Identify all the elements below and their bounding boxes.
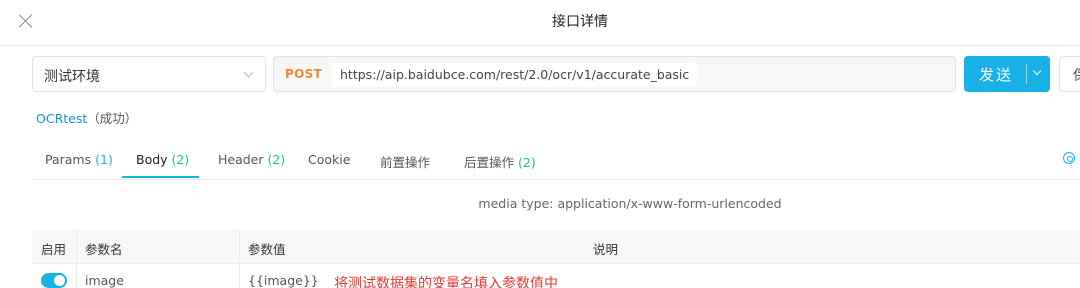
column-divider (239, 230, 240, 264)
url-input[interactable]: POST https://aip.baidubce.com/rest/2.0/o… (273, 56, 956, 92)
enable-toggle[interactable] (41, 273, 67, 288)
tab-label: 前置操作 (380, 155, 431, 170)
column-divider (76, 264, 77, 288)
tab-header[interactable]: Header (2) (218, 152, 285, 167)
case-name-link[interactable]: OCRtest (36, 111, 87, 126)
dialog-header: 接口详情 (0, 0, 1080, 46)
annotation-text: 将测试数据集的变量名填入参数值中 (334, 276, 558, 288)
column-divider (76, 230, 77, 264)
column-divider (239, 264, 240, 288)
active-tab-indicator (122, 176, 199, 178)
param-value-cell[interactable]: {{image}} (248, 273, 319, 288)
save-button[interactable]: 保 (1059, 56, 1080, 92)
send-button-label: 发送 (979, 66, 1014, 84)
tab-cookie[interactable]: Cookie (308, 152, 350, 167)
tab-count: (2) (267, 152, 286, 167)
tab-label: 后置操作 (464, 155, 515, 170)
tab-count: (1) (95, 152, 113, 167)
tab-body[interactable]: Body (2) (136, 152, 189, 167)
send-button[interactable]: 发送 (964, 56, 1050, 92)
chevron-down-icon (243, 67, 254, 78)
request-tabs: Params (1) Body (2) Header (2) Cookie 前置… (32, 142, 1080, 180)
case-info: OCRtest（成功） (36, 108, 137, 127)
send-button-divider (1026, 64, 1027, 84)
column-header-name: 参数名 (85, 242, 123, 257)
url-text[interactable]: https://aip.baidubce.com/rest/2.0/ocr/v1… (332, 63, 698, 87)
column-header-value: 参数值 (248, 242, 286, 257)
environment-select[interactable]: 测试环境 (32, 56, 266, 92)
dialog-title: 接口详情 (552, 14, 608, 30)
tab-label: Cookie (308, 152, 351, 167)
tab-count: (2) (518, 155, 536, 170)
tab-label: Params (45, 152, 92, 167)
case-status: （成功） (87, 111, 138, 126)
tab-post-operations[interactable]: 后置操作 (2) (464, 152, 536, 171)
tab-count: (2) (171, 152, 190, 167)
tab-pre-operations[interactable]: 前置操作 (380, 152, 430, 171)
tab-label: Header (218, 152, 264, 167)
column-header-enabled: 启用 (41, 242, 67, 257)
media-type-label: media type: application/x-www-form-urlen… (478, 196, 782, 211)
tab-label: Body (136, 152, 168, 167)
tab-params[interactable]: Params (1) (45, 152, 113, 167)
save-button-label: 保 (1073, 65, 1080, 85)
column-header-description: 说明 (593, 242, 619, 257)
params-table-header: 启用 参数名 参数值 说明 (32, 230, 1080, 264)
settings-icon[interactable] (1063, 152, 1075, 164)
send-dropdown-icon[interactable] (1032, 66, 1042, 76)
method-label[interactable]: POST (285, 67, 322, 81)
param-name-cell[interactable]: image (85, 273, 124, 288)
environment-label: 测试环境 (44, 69, 100, 85)
